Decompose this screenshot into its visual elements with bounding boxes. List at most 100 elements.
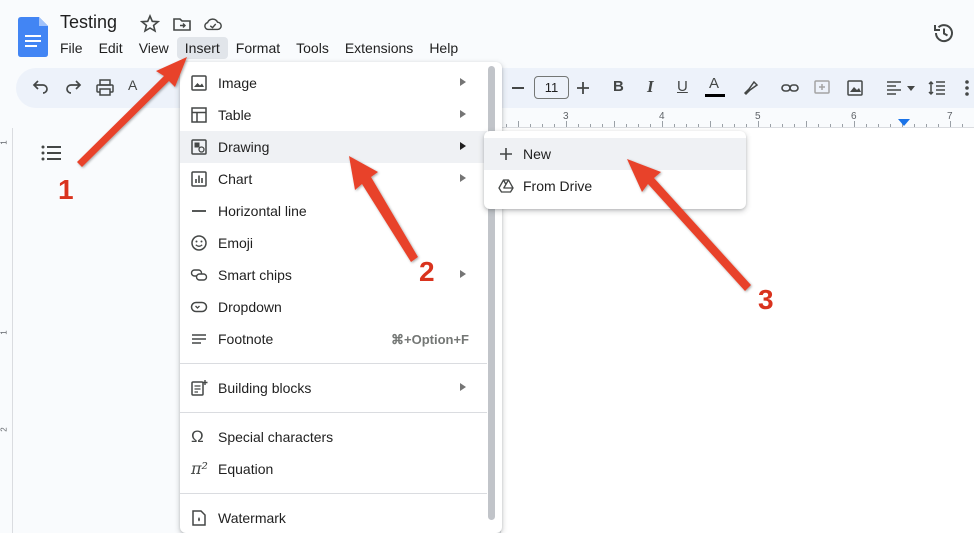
- align-left-icon[interactable]: [884, 78, 904, 98]
- submenu-arrow-icon: [460, 110, 466, 118]
- drawing-submenu: New From Drive: [484, 131, 746, 209]
- menu-item-label: Emoji: [218, 235, 254, 251]
- menu-item-label: Horizontal line: [218, 203, 307, 219]
- add-comment-icon[interactable]: [812, 78, 832, 98]
- ruler-tick: [674, 124, 675, 127]
- menu-item-label: Building blocks: [218, 380, 312, 396]
- menu-item-image[interactable]: Image: [180, 67, 487, 99]
- ruler-tick: [542, 124, 543, 127]
- menu-item-label: Equation: [218, 461, 274, 477]
- menu-help[interactable]: Help: [421, 37, 466, 59]
- align-dropdown-icon[interactable]: [907, 86, 915, 91]
- decrease-font-size-button[interactable]: [512, 87, 524, 89]
- ruler-tick: [590, 124, 591, 127]
- menu-format[interactable]: Format: [228, 37, 288, 59]
- menu-item-footnote[interactable]: Footnote ⌘+Option+F: [180, 323, 487, 355]
- submenu-item-new[interactable]: New: [484, 138, 746, 170]
- ruler-tick: [830, 124, 831, 127]
- menu-item-table[interactable]: Table: [180, 99, 487, 131]
- line-spacing-icon[interactable]: [927, 78, 947, 98]
- menu-item-building-blocks[interactable]: Building blocks: [180, 372, 487, 404]
- ruler-tick: [950, 121, 951, 127]
- watermark-icon: [192, 510, 206, 526]
- ruler-label: 1: [0, 140, 9, 145]
- spellcheck-icon[interactable]: A: [128, 77, 137, 93]
- ruler-tick: [794, 124, 795, 127]
- document-title[interactable]: Testing: [60, 12, 117, 33]
- menu-divider: [180, 412, 487, 413]
- menu-bar: File Edit View Insert Format Tools Exten…: [52, 37, 466, 59]
- submenu-arrow-icon: [460, 78, 466, 86]
- omega-icon: Ω: [191, 427, 204, 446]
- menu-file[interactable]: File: [52, 37, 91, 59]
- ruler-tick: [614, 121, 615, 127]
- step-label-2: 2: [419, 256, 435, 287]
- ruler-tick: [926, 124, 927, 127]
- ruler-tick: [854, 121, 855, 127]
- menu-item-smart-chips[interactable]: Smart chips: [180, 259, 487, 291]
- ruler-tick: [686, 124, 687, 127]
- cloud-saved-icon[interactable]: [203, 14, 223, 34]
- insert-link-icon[interactable]: [780, 78, 800, 98]
- menu-item-dropdown[interactable]: Dropdown: [180, 291, 487, 323]
- star-icon[interactable]: [140, 14, 160, 34]
- footnote-icon: [192, 334, 206, 344]
- emoji-icon: [191, 235, 207, 251]
- menu-view[interactable]: View: [131, 37, 177, 59]
- menu-item-special-characters[interactable]: Ω Special characters: [180, 421, 487, 453]
- insert-menu: Image Table Drawing Chart Horizontal lin: [180, 62, 502, 533]
- increase-font-size-button[interactable]: [573, 78, 593, 98]
- ruler-tick: [578, 124, 579, 127]
- submenu-item-from-drive[interactable]: From Drive: [484, 170, 746, 202]
- ruler-tick: [518, 121, 519, 127]
- menu-divider: [180, 363, 487, 364]
- ruler-tick: [842, 124, 843, 127]
- submenu-arrow-icon: [460, 174, 466, 182]
- underline-button[interactable]: U: [677, 78, 688, 95]
- ruler-tick: [638, 124, 639, 127]
- highlight-color-icon[interactable]: [741, 78, 761, 98]
- horizontal-ruler: 3 4 5 6 7: [500, 108, 974, 128]
- ruler-tick: [710, 121, 711, 127]
- ruler-label: 1: [0, 330, 9, 335]
- menu-item-watermark[interactable]: Watermark: [180, 502, 487, 533]
- right-indent-marker[interactable]: [898, 119, 910, 126]
- italic-button[interactable]: I: [647, 77, 654, 97]
- google-drive-icon: [498, 179, 514, 193]
- ruler-tick: [662, 121, 663, 127]
- menu-item-emoji[interactable]: Emoji: [180, 227, 487, 259]
- ruler-tick: [698, 124, 699, 127]
- undo-icon[interactable]: [31, 78, 51, 98]
- text-color-button[interactable]: A: [709, 75, 719, 92]
- ruler-tick: [806, 121, 807, 127]
- bold-button[interactable]: B: [613, 78, 624, 95]
- menu-item-label: Special characters: [218, 429, 334, 445]
- redo-icon[interactable]: [63, 78, 83, 98]
- drawing-icon: [191, 139, 207, 155]
- menu-item-equation[interactable]: π² Equation: [180, 453, 487, 485]
- menu-item-horizontal-line[interactable]: Horizontal line: [180, 195, 487, 227]
- smart-chips-icon: [190, 269, 208, 281]
- menu-item-label: Footnote: [218, 331, 274, 347]
- menu-item-label: Smart chips: [218, 267, 292, 283]
- ruler-tick: [650, 124, 651, 127]
- step-label-3: 3: [758, 284, 774, 315]
- ruler-tick: [554, 124, 555, 127]
- more-options-icon[interactable]: [962, 78, 972, 98]
- font-size-input[interactable]: 11: [534, 76, 569, 99]
- insert-image-icon[interactable]: [845, 78, 865, 98]
- menu-extensions[interactable]: Extensions: [337, 37, 421, 59]
- ruler-tick: [962, 124, 963, 127]
- docs-logo-icon[interactable]: [18, 17, 48, 57]
- move-to-folder-icon[interactable]: [172, 14, 192, 34]
- version-history-icon[interactable]: [931, 20, 957, 46]
- menu-edit[interactable]: Edit: [91, 37, 131, 59]
- document-outline-icon[interactable]: [40, 143, 62, 163]
- menu-tools[interactable]: Tools: [288, 37, 337, 59]
- menu-item-drawing[interactable]: Drawing: [180, 131, 487, 163]
- menu-item-chart[interactable]: Chart: [180, 163, 487, 195]
- menu-insert[interactable]: Insert: [176, 37, 228, 59]
- submenu-arrow-icon: [460, 142, 466, 150]
- ruler-tick: [602, 124, 603, 127]
- print-icon[interactable]: [95, 78, 115, 98]
